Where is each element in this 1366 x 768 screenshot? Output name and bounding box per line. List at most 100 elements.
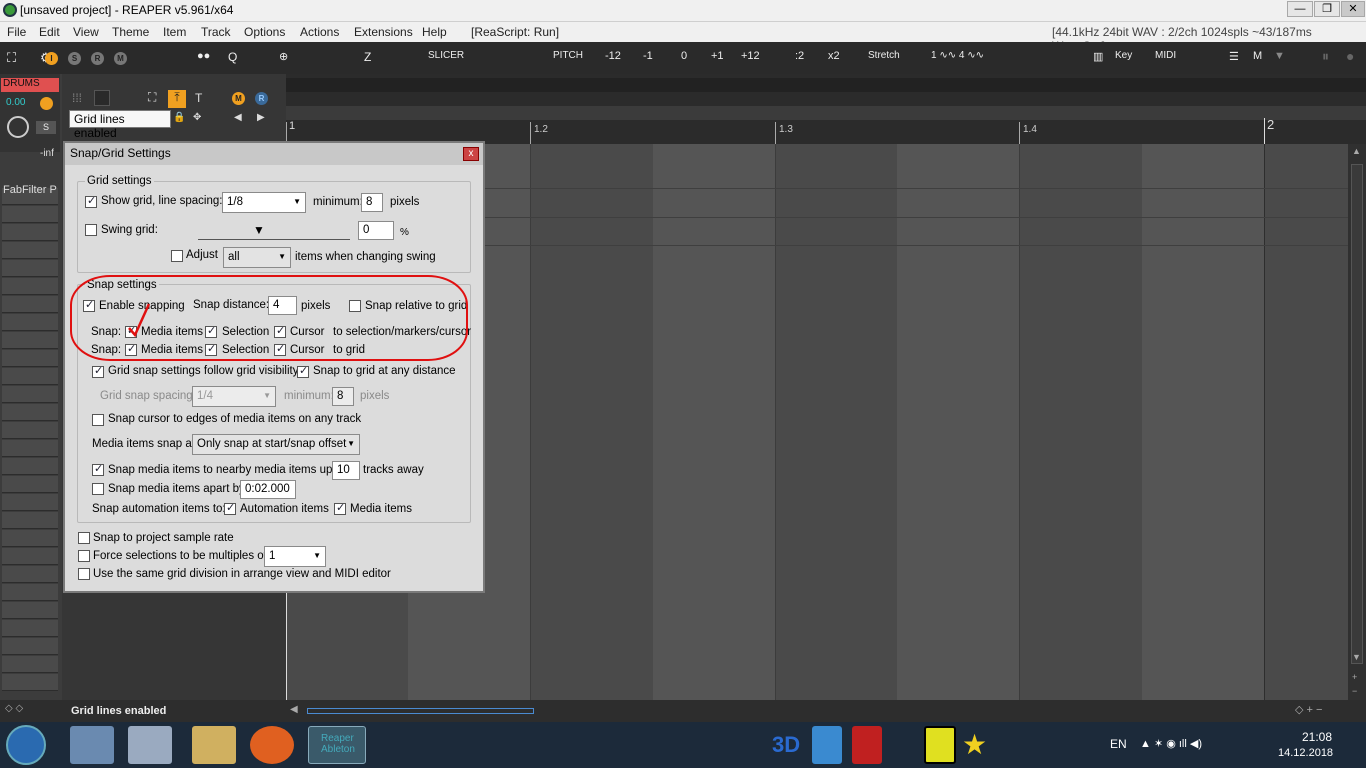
semis-plus12[interactable]: +12 xyxy=(741,50,760,62)
menu-view[interactable]: View xyxy=(73,25,99,39)
same-grid-checkbox[interactable] xyxy=(78,568,90,580)
metronome-icon[interactable]: ⊕ xyxy=(279,50,288,63)
snap-nearby-input[interactable]: 10 xyxy=(332,461,360,480)
minimize-button[interactable]: — xyxy=(1287,1,1313,17)
panel-m-button[interactable]: M xyxy=(232,92,245,105)
pitch-button[interactable]: PITCH xyxy=(553,50,583,61)
menu-extensions[interactable]: Extensions xyxy=(354,25,413,39)
menu-track[interactable]: Track xyxy=(201,25,231,39)
fx-slot[interactable] xyxy=(2,332,58,349)
fullscreen-icon[interactable]: ⛶ xyxy=(7,50,16,66)
menu-help[interactable]: Help xyxy=(422,25,447,39)
line-spacing-select[interactable]: 1/8 xyxy=(222,192,306,213)
slicer-button[interactable]: SLICER xyxy=(428,50,464,61)
grid-snap-min-input[interactable]: 8 xyxy=(332,387,354,406)
vertical-scrollbar[interactable]: ▲ ▼ + − xyxy=(1348,144,1366,700)
timeline-ruler[interactable]: 1 1.2 1.3 1.4 2 xyxy=(286,74,1366,144)
grid-minimum-input[interactable]: 8 xyxy=(361,193,383,212)
semis-plus1[interactable]: +1 xyxy=(711,50,724,62)
zoom-icons[interactable]: ◇ + − xyxy=(1295,703,1322,716)
zoom-in-icon[interactable]: + xyxy=(1352,672,1357,682)
calculator-app-icon[interactable] xyxy=(128,726,172,764)
plugin-slot[interactable]: FabFilter P xyxy=(3,184,57,196)
swing-slider-thumb[interactable]: ▼ xyxy=(253,223,265,237)
half-speed-button[interactable]: :2 xyxy=(795,50,804,62)
force-selections-checkbox[interactable] xyxy=(78,550,90,562)
clock-time[interactable]: 21:08 xyxy=(1302,730,1332,744)
show-grid-checkbox[interactable] xyxy=(85,194,97,208)
start-button[interactable] xyxy=(6,725,46,765)
view-icon[interactable] xyxy=(94,90,110,106)
fx-slot[interactable] xyxy=(2,422,58,439)
fx-slot[interactable] xyxy=(2,206,58,223)
key-button[interactable]: Key xyxy=(1115,50,1132,61)
menu-theme[interactable]: Theme xyxy=(112,25,149,39)
menu-edit[interactable]: Edit xyxy=(39,25,60,39)
fx-slot[interactable] xyxy=(2,584,58,601)
automation-items-checkbox[interactable] xyxy=(224,501,236,515)
input-button[interactable]: I xyxy=(45,52,58,65)
dialog-close-button[interactable]: x xyxy=(463,147,479,161)
fx-slot[interactable] xyxy=(2,638,58,655)
follow-grid-checkbox[interactable] xyxy=(92,364,104,378)
semis-zero[interactable]: 0 xyxy=(681,50,687,62)
stretch-button[interactable]: Stretch xyxy=(868,50,900,61)
menu-item[interactable]: Item xyxy=(163,25,186,39)
swing-grid-checkbox[interactable] xyxy=(85,224,97,236)
double-speed-button[interactable]: x2 xyxy=(828,50,840,62)
marker-lane[interactable] xyxy=(286,106,1366,120)
grid-snap-spacing-select[interactable]: 1/4 xyxy=(192,386,276,407)
fx-slot[interactable] xyxy=(2,674,58,691)
snap-sample-rate-checkbox[interactable] xyxy=(78,532,90,544)
mute-button[interactable]: M xyxy=(114,52,127,65)
maximize-button[interactable]: ❐ xyxy=(1314,1,1340,17)
track-name[interactable]: DRUMS xyxy=(1,78,59,92)
yellow-app-icon[interactable] xyxy=(924,726,956,764)
region-lane[interactable] xyxy=(286,78,1366,92)
move-icon[interactable]: ✥ xyxy=(193,112,201,123)
hscroll-left-icon[interactable]: ◀ xyxy=(290,704,298,715)
snap-apart-checkbox[interactable] xyxy=(92,483,104,495)
fx-slot[interactable] xyxy=(2,656,58,673)
fx-slot[interactable] xyxy=(2,602,58,619)
fx-slot[interactable] xyxy=(2,548,58,565)
adjust-checkbox[interactable] xyxy=(171,250,183,262)
left-scroll-icon[interactable]: ◇ ◇ xyxy=(5,703,23,714)
waveform-toggle[interactable]: 1 ∿∿ 4 ∿∿ xyxy=(931,50,984,61)
panel-r-button[interactable]: R xyxy=(255,92,268,105)
pause-icon[interactable]: ⏸ xyxy=(1322,48,1329,65)
solo-button[interactable]: S xyxy=(68,52,81,65)
fx-slot[interactable] xyxy=(2,242,58,259)
fx-slot[interactable] xyxy=(2,404,58,421)
fx-slot[interactable] xyxy=(2,278,58,295)
horizontal-scroll-thumb[interactable] xyxy=(307,708,534,714)
app-icon[interactable] xyxy=(812,726,842,764)
auto-media-items-checkbox[interactable] xyxy=(334,501,346,515)
fx-slot[interactable] xyxy=(2,566,58,583)
poker-app-icon[interactable] xyxy=(852,726,882,764)
fx-slot[interactable] xyxy=(2,458,58,475)
menu-actions[interactable]: Actions xyxy=(300,25,339,39)
scroll-up-icon[interactable]: ▲ xyxy=(1352,146,1361,156)
loop-icon[interactable]: ●● xyxy=(197,50,210,62)
fx-slot[interactable] xyxy=(2,512,58,529)
fx-slot[interactable] xyxy=(2,224,58,241)
explorer-app-icon[interactable] xyxy=(192,726,236,764)
track-solo-button[interactable]: S xyxy=(36,121,56,134)
swing-value-input[interactable]: 0 xyxy=(358,221,394,240)
text-button[interactable]: T xyxy=(195,91,202,105)
clock-date[interactable]: 14.12.2018 xyxy=(1278,747,1333,759)
firefox-app-icon[interactable] xyxy=(250,726,294,764)
language-indicator[interactable]: EN xyxy=(1110,737,1127,751)
fx-slot[interactable] xyxy=(2,260,58,277)
piano-icon[interactable]: ▥ xyxy=(1093,50,1103,63)
zoom-out-icon[interactable]: − xyxy=(1352,686,1357,696)
snap-cursor-edges-checkbox[interactable] xyxy=(92,414,104,426)
star-icon[interactable]: ★ xyxy=(962,728,987,761)
snap-apart-input[interactable]: 0:02.000 xyxy=(240,480,296,499)
fx-slot[interactable] xyxy=(2,350,58,367)
menu-file[interactable]: File xyxy=(7,25,26,39)
lock-icon[interactable]: 🔒 xyxy=(173,112,185,123)
snap-any-distance-checkbox[interactable] xyxy=(297,364,309,378)
fx-slot[interactable] xyxy=(2,494,58,511)
